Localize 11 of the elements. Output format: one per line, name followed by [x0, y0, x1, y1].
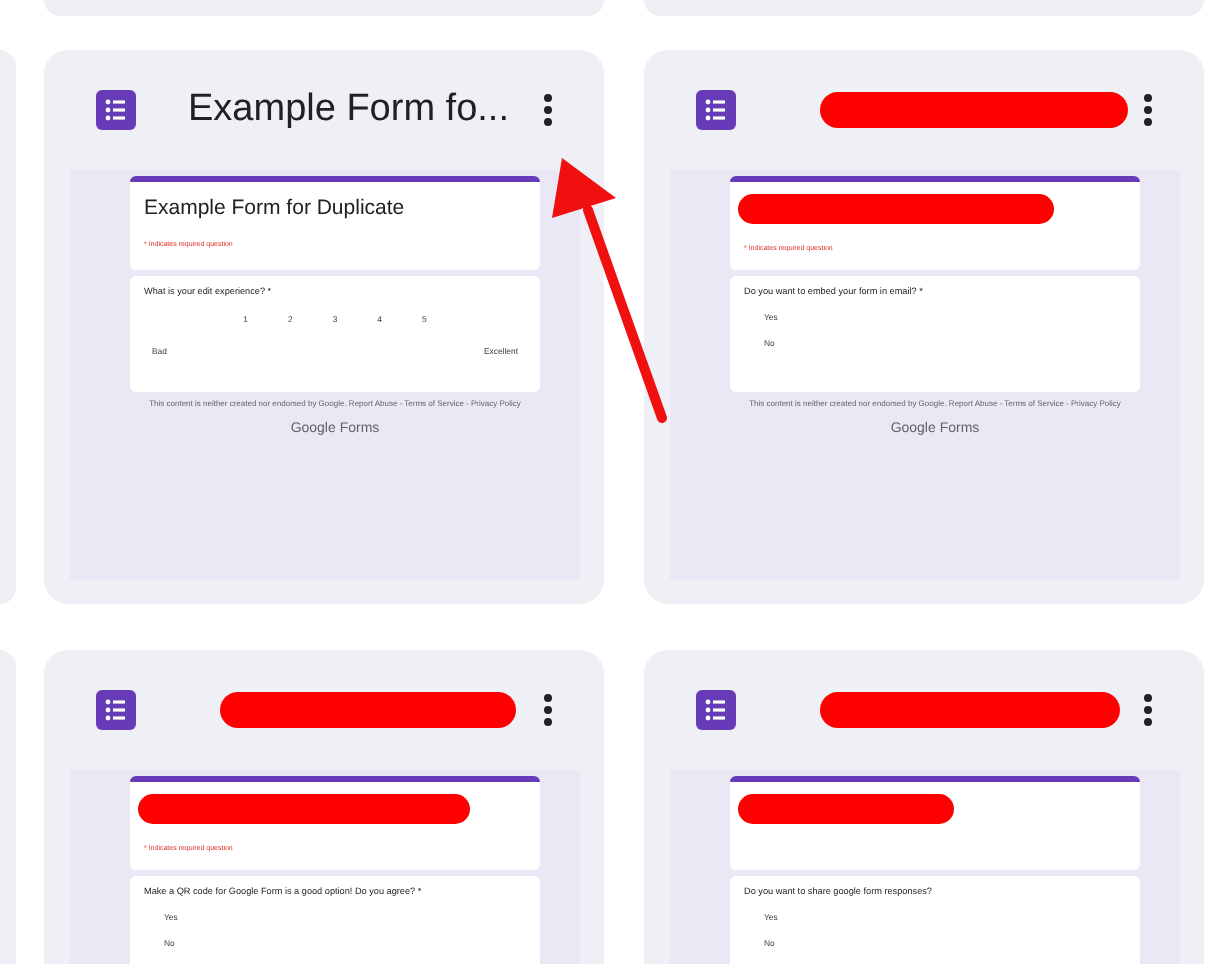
more-icon[interactable]	[544, 694, 552, 726]
form-icon	[696, 690, 736, 730]
form-icon	[96, 90, 136, 130]
form-icon	[96, 690, 136, 730]
form-icon	[696, 90, 736, 130]
form-title: Example Form fo...	[188, 88, 509, 132]
more-icon[interactable]	[1144, 94, 1152, 126]
form-heading: Example Form for Duplicate	[144, 196, 407, 220]
form-card[interactable]	[44, 50, 604, 604]
more-icon[interactable]	[1144, 694, 1152, 726]
more-icon[interactable]	[544, 94, 552, 126]
